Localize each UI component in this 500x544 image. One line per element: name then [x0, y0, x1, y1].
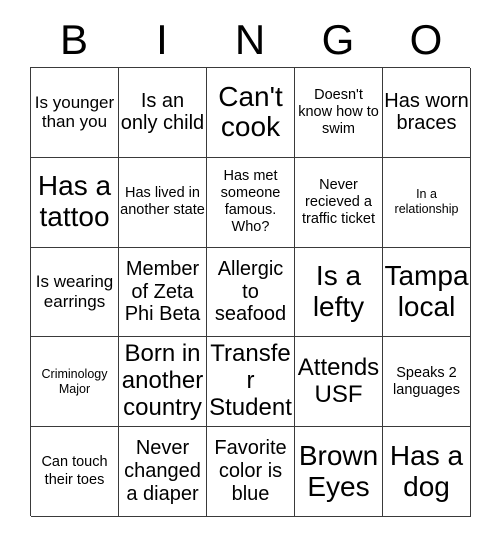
bingo-cell-text: Speaks 2 languages: [393, 364, 460, 398]
bingo-cell[interactable]: Never changed a diaper: [119, 427, 207, 517]
bingo-cell[interactable]: Doesn't know how to swim: [295, 68, 383, 158]
bingo-cell-text: Brown Eyes: [298, 439, 379, 502]
bingo-cell-text: Tampa local: [384, 260, 469, 322]
bingo-cell-text: Born in another country: [121, 340, 204, 422]
bingo-cell[interactable]: Brown Eyes: [295, 427, 383, 517]
bingo-cell[interactable]: Favorite color is blue: [207, 427, 295, 517]
bingo-cell-text: Is younger than you: [34, 92, 115, 132]
header-letter-n: N: [234, 16, 266, 63]
bingo-cell-text: Member of Zeta Phi Beta: [124, 257, 201, 326]
bingo-cell[interactable]: Is wearing earrings: [31, 247, 119, 338]
header-letter-g: G: [321, 16, 355, 63]
bingo-cell-text: Can't cook: [218, 80, 283, 143]
bingo-cell-text: Has met someone famous. Who?: [220, 167, 281, 236]
bingo-cell[interactable]: Has worn braces: [383, 68, 471, 158]
bingo-cell-text: Criminology Major: [41, 366, 108, 396]
bingo-grid: Is younger than you Is an only child Can…: [30, 67, 471, 517]
bingo-cell-text: Is wearing earrings: [35, 272, 114, 311]
bingo-cell[interactable]: Criminology Major: [31, 337, 119, 428]
bingo-cell-text: In a relationship: [394, 187, 459, 217]
bingo-card: B I N G O Is younger than you Is an only…: [0, 0, 500, 544]
bingo-cell[interactable]: Is a lefty: [295, 247, 383, 338]
bingo-cell-text: Transfer Student: [209, 340, 292, 422]
bingo-cell[interactable]: In a relationship: [383, 157, 471, 248]
bingo-header: B I N G O: [30, 13, 470, 67]
bingo-cell[interactable]: Tampa local: [383, 247, 471, 338]
bingo-cell-text: Has a tattoo: [37, 170, 112, 233]
bingo-cell[interactable]: Can touch their toes: [31, 427, 119, 517]
bingo-cell-text: Favorite color is blue: [214, 437, 287, 505]
bingo-cell[interactable]: Never recieved a traffic ticket: [295, 157, 383, 248]
bingo-cell-text: Has worn braces: [384, 89, 469, 135]
bingo-cell[interactable]: Has lived in another state: [119, 157, 207, 248]
bingo-cell-text: Doesn't know how to swim: [298, 86, 379, 137]
bingo-cell[interactable]: Attends USF: [295, 337, 383, 428]
bingo-cell-text: Never changed a diaper: [124, 437, 201, 505]
bingo-cell-text: Is an only child: [120, 89, 205, 135]
bingo-cell[interactable]: Is an only child: [119, 68, 207, 158]
header-letter-i: I: [156, 16, 168, 63]
bingo-cell-text: Has a dog: [389, 439, 464, 502]
header-letter-b: B: [59, 16, 88, 63]
bingo-cell-text: Attends USF: [297, 353, 380, 408]
bingo-cell-text: Can touch their toes: [41, 454, 108, 488]
header-letter-o: O: [409, 16, 443, 63]
bingo-cell[interactable]: Has a dog: [383, 427, 471, 517]
bingo-cell[interactable]: Allergic to seafood: [207, 247, 295, 338]
bingo-cell[interactable]: Has met someone famous. Who?: [207, 157, 295, 248]
bingo-cell[interactable]: Born in another country: [119, 337, 207, 428]
bingo-cell-text: Never recieved a traffic ticket: [301, 176, 376, 227]
bingo-cell[interactable]: Can't cook: [207, 68, 295, 158]
bingo-cell-text: Allergic to seafood: [214, 257, 287, 326]
bingo-cell[interactable]: Has a tattoo: [31, 157, 119, 248]
bingo-cell-text: Has lived in another state: [120, 185, 205, 219]
bingo-cell[interactable]: Transfer Student: [207, 337, 295, 428]
bingo-cell[interactable]: Member of Zeta Phi Beta: [119, 247, 207, 338]
bingo-cell[interactable]: Is younger than you: [31, 68, 119, 158]
bingo-cell-text: Is a lefty: [312, 260, 365, 322]
bingo-cell[interactable]: Speaks 2 languages: [383, 337, 471, 428]
